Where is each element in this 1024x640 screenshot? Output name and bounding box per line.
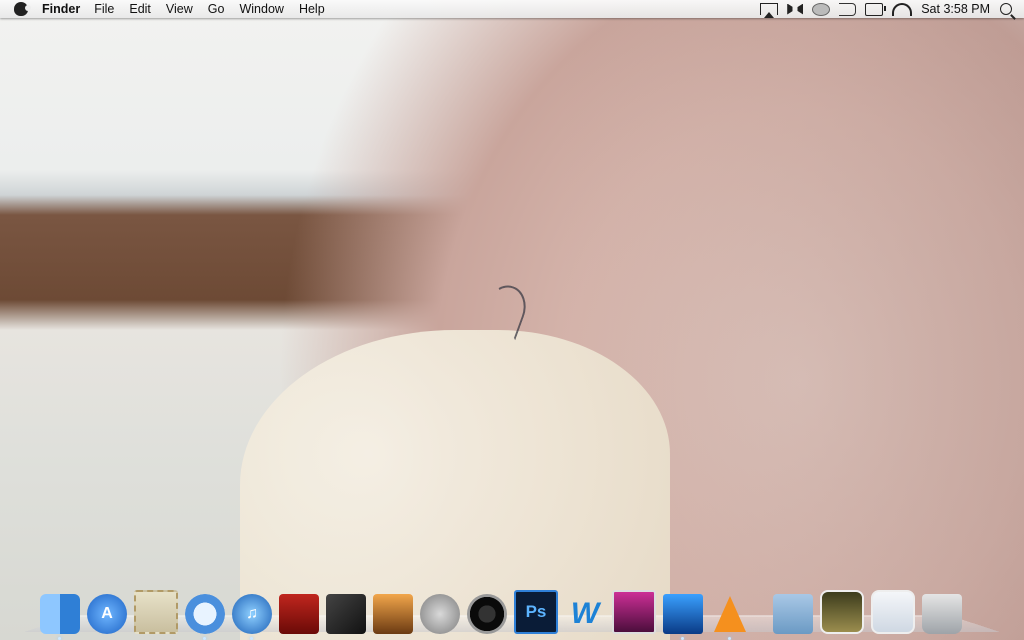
bowtie-icon[interactable]	[787, 3, 804, 15]
mail-icon[interactable]	[134, 590, 178, 634]
downloads-stack-icon[interactable]	[871, 590, 915, 634]
menu-bar: Finder File Edit View Go Window Help Sat…	[0, 0, 1024, 18]
wifi-icon[interactable]	[892, 2, 913, 16]
dock-separator	[761, 594, 763, 634]
apple-menu-icon[interactable]	[14, 2, 31, 16]
vlc-icon[interactable]	[710, 594, 750, 640]
menu-clock[interactable]: Sat 3:58 PM	[921, 2, 990, 16]
menu-edit[interactable]: Edit	[129, 2, 151, 16]
menu-window[interactable]: Window	[239, 2, 283, 16]
sysprefs-icon[interactable]	[420, 594, 460, 634]
finalcut-icon[interactable]	[326, 594, 366, 634]
dock: A ♫ Ps W	[23, 588, 1001, 640]
trash-icon[interactable]	[922, 594, 962, 634]
iphoto-icon[interactable]	[373, 594, 413, 634]
menu-file[interactable]: File	[94, 2, 114, 16]
dock-icons: A ♫ Ps W	[40, 588, 984, 640]
eye-status-icon[interactable]	[812, 2, 831, 16]
cleanmymac-icon[interactable]	[612, 590, 656, 634]
folder-icon[interactable]	[773, 594, 813, 634]
menu-go[interactable]: Go	[208, 2, 225, 16]
battery-icon[interactable]	[865, 2, 887, 16]
bluetooth-icon[interactable]	[839, 2, 857, 16]
spotlight-search-icon[interactable]	[1000, 3, 1012, 15]
airplay-icon[interactable]	[760, 3, 779, 18]
safari-icon[interactable]	[185, 594, 225, 640]
photoshop-icon[interactable]: Ps	[514, 590, 558, 634]
menu-view[interactable]: View	[166, 2, 193, 16]
documents-stack-icon[interactable]	[820, 590, 864, 634]
app-menu-finder[interactable]: Finder	[42, 2, 80, 16]
word-icon[interactable]: W	[565, 594, 605, 634]
finder-icon[interactable]	[40, 594, 80, 640]
parallels-icon[interactable]	[663, 594, 703, 640]
frontrow-icon[interactable]	[279, 594, 319, 634]
appstore-icon[interactable]: A	[87, 594, 127, 634]
menu-help[interactable]: Help	[299, 2, 325, 16]
facetime-icon[interactable]	[467, 594, 507, 634]
itunes-icon[interactable]: ♫	[232, 594, 272, 640]
menu-extras: Sat 3:58 PM	[760, 0, 1024, 18]
